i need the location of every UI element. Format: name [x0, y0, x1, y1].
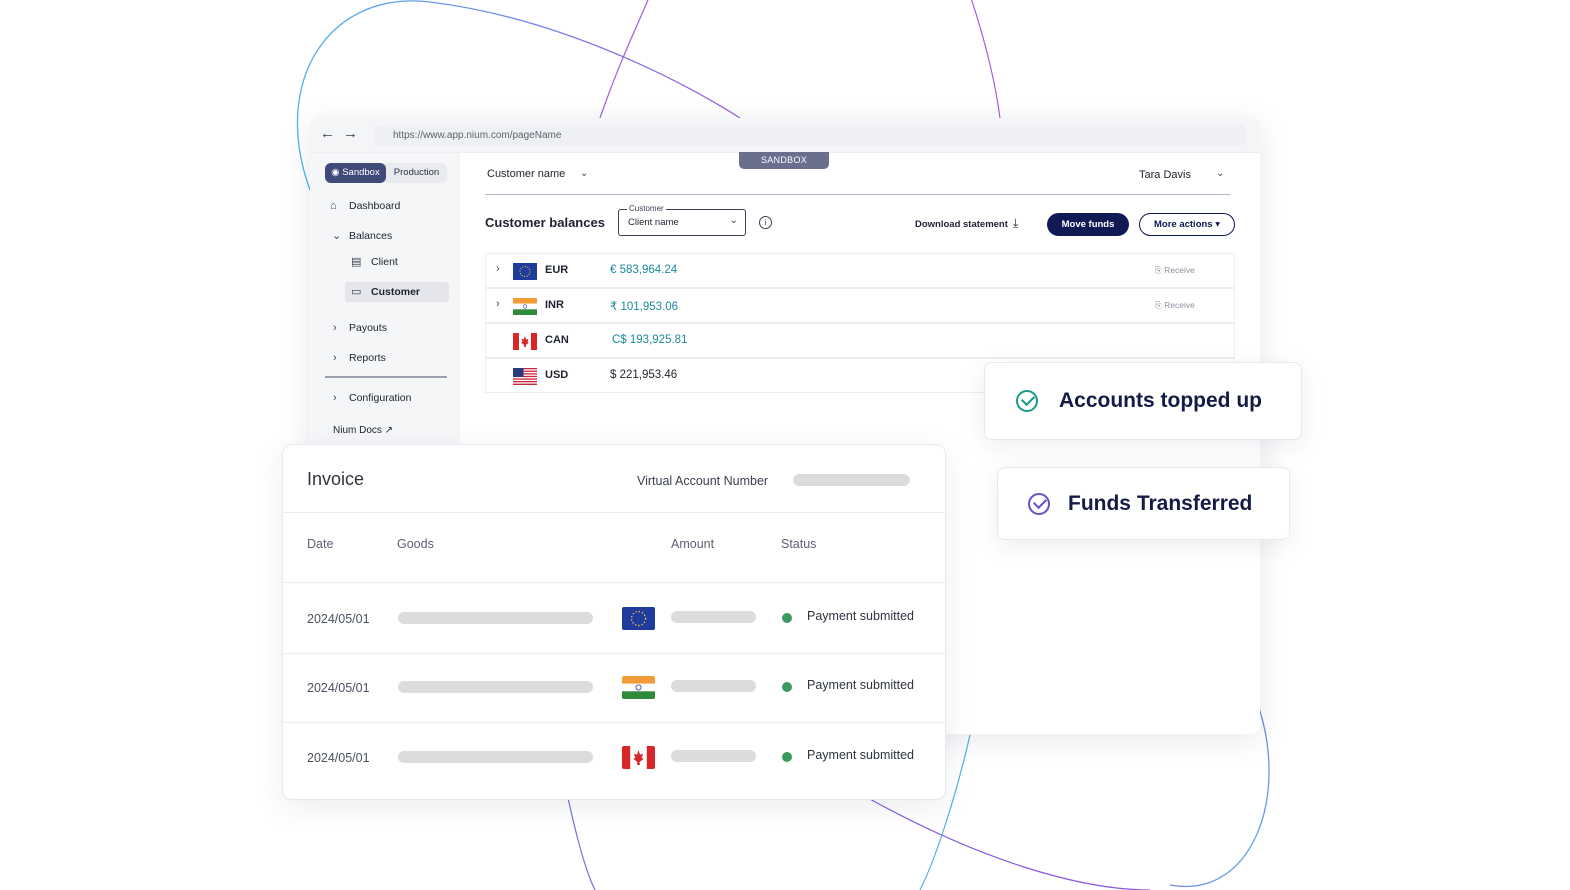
toast-message: Funds Transferred — [1068, 492, 1253, 515]
sidebar-item-payouts[interactable]: Payouts — [349, 321, 387, 335]
eu-flag-icon — [513, 263, 537, 280]
usa-flag-icon — [513, 368, 537, 385]
invoice-title: Invoice — [307, 469, 365, 489]
check-circle-icon — [1016, 390, 1038, 412]
invoice-date: 2024/05/01 — [307, 681, 370, 695]
virtual-account-placeholder — [793, 474, 910, 486]
funds-transferred-toast: Funds Transferred — [997, 467, 1290, 540]
balance-amount: $ 221,953.46 — [610, 369, 678, 381]
amount-placeholder — [671, 750, 756, 762]
receive-link[interactable]: ⎘ Receive — [1155, 300, 1195, 311]
customer-name-dropdown[interactable]: Customer name — [487, 168, 565, 180]
chevron-down-icon: ⌄ — [332, 230, 342, 242]
home-icon: ⌂ — [330, 200, 337, 212]
chevron-down-icon: ⌄ — [729, 215, 738, 226]
table-row[interactable]: › EUR € 583,964.24 ⎘ Receive — [485, 253, 1235, 288]
sidebar-item-balances[interactable]: Balances — [349, 229, 392, 243]
status-text: Payment submitted — [807, 678, 914, 692]
chevron-down-icon[interactable]: ⌄ — [1216, 168, 1224, 179]
goods-placeholder — [398, 751, 593, 763]
table-row[interactable]: CAN C$ 193,925.81 — [485, 323, 1235, 358]
currency-code: CAN — [545, 334, 569, 346]
currency-code: EUR — [545, 264, 569, 276]
balance-amount: € 583,964.24 — [610, 264, 678, 276]
table-row[interactable]: 2024/05/01 Payment submitted — [283, 723, 945, 793]
canada-flag-icon — [513, 333, 537, 350]
document-icon: ▤ — [351, 256, 362, 268]
arrow-right-icon[interactable]: → — [343, 126, 358, 142]
status-text: Payment submitted — [807, 609, 914, 623]
sidebar-item-dashboard[interactable]: Dashboard — [349, 199, 400, 213]
customer-select-label: Customer — [627, 204, 666, 214]
browser-toolbar: ← → https://www.app.nium.com/pageName — [310, 118, 1260, 153]
env-sandbox-button[interactable]: ◉ Sandbox — [325, 163, 386, 183]
env-production-button[interactable]: Production — [386, 163, 447, 183]
customer-select-value: Client name — [628, 217, 679, 228]
sidebar-divider — [325, 376, 447, 378]
more-actions-button[interactable]: More actions ▾ — [1139, 213, 1235, 236]
column-header-amount: Amount — [671, 537, 715, 551]
chevron-right-icon[interactable]: › — [496, 298, 500, 310]
toast-message: Accounts topped up — [1059, 389, 1262, 412]
dot-icon: ◉ — [331, 167, 343, 178]
sidebar-item-reports[interactable]: Reports — [349, 351, 386, 365]
receive-icon: ⎘ — [1155, 265, 1165, 275]
chevron-down-icon[interactable]: ⌄ — [580, 168, 588, 179]
user-name-dropdown[interactable]: Tara Davis — [1139, 169, 1191, 181]
eu-flag-icon — [622, 607, 655, 630]
receive-icon: ⎘ — [1155, 300, 1165, 310]
status-text: Payment submitted — [807, 748, 914, 762]
header-divider — [485, 194, 1230, 195]
chevron-right-icon: › — [333, 352, 337, 364]
status-dot — [782, 682, 792, 692]
status-dot — [782, 613, 792, 623]
receive-link[interactable]: ⎘ Receive — [1155, 265, 1195, 276]
invoice-date: 2024/05/01 — [307, 751, 370, 765]
check-circle-icon — [1028, 493, 1050, 515]
divider — [283, 582, 945, 583]
sidebar-item-nium-docs[interactable]: Nium Docs ↗ — [333, 424, 393, 438]
canada-flag-icon — [622, 746, 655, 769]
arrow-left-icon[interactable]: ← — [320, 126, 335, 142]
column-header-status: Status — [781, 537, 817, 551]
customer-select[interactable]: Customer Client name ⌄ — [618, 204, 746, 236]
sidebar-item-configuration[interactable]: Configuration — [349, 391, 411, 405]
currency-code: USD — [545, 369, 569, 381]
download-icon[interactable]: ⤓ — [1013, 216, 1018, 231]
column-header-goods: Goods — [397, 537, 434, 551]
chevron-right-icon: › — [333, 392, 337, 404]
invoice-date: 2024/05/01 — [307, 612, 370, 626]
sidebar-item-customer[interactable]: Customer — [371, 285, 420, 299]
virtual-account-label: Virtual Account Number — [637, 474, 769, 488]
sidebar-item-client[interactable]: Client — [371, 255, 398, 269]
info-icon[interactable]: i — [759, 216, 772, 229]
table-row[interactable]: › INR ₹ 101,953.06 ⎘ Receive — [485, 288, 1235, 323]
address-bar[interactable]: https://www.app.nium.com/pageName — [374, 125, 1246, 146]
currency-code: INR — [545, 299, 564, 311]
divider — [283, 512, 945, 513]
download-statement-link[interactable]: Download statement — [915, 219, 1008, 230]
balance-amount: C$ 193,925.81 — [612, 334, 688, 346]
amount-placeholder — [671, 611, 756, 623]
table-row[interactable]: 2024/05/01 Payment submitted — [283, 584, 945, 654]
status-dot — [782, 752, 792, 762]
sandbox-tag: SANDBOX — [739, 152, 829, 169]
move-funds-button[interactable]: Move funds — [1047, 213, 1129, 236]
balance-amount: ₹ 101,953.06 — [610, 301, 679, 313]
india-flag-icon — [513, 298, 537, 315]
amount-placeholder — [671, 680, 756, 692]
wallet-icon: ▭ — [351, 286, 362, 298]
goods-placeholder — [398, 681, 593, 693]
chevron-right-icon: › — [333, 322, 337, 334]
goods-placeholder — [398, 612, 593, 624]
chevron-right-icon[interactable]: › — [496, 263, 500, 275]
section-title: Customer balances — [485, 215, 605, 230]
caret-down-icon: ▾ — [1215, 219, 1221, 230]
india-flag-icon — [622, 676, 655, 699]
table-row[interactable]: 2024/05/01 Payment submitted — [283, 653, 945, 723]
accounts-topped-up-toast: Accounts topped up — [984, 362, 1302, 440]
column-header-date: Date — [307, 537, 334, 551]
invoice-card: Invoice Virtual Account Number Date Good… — [282, 444, 946, 800]
environment-toggle[interactable]: ◉ Sandbox Production — [325, 163, 447, 183]
